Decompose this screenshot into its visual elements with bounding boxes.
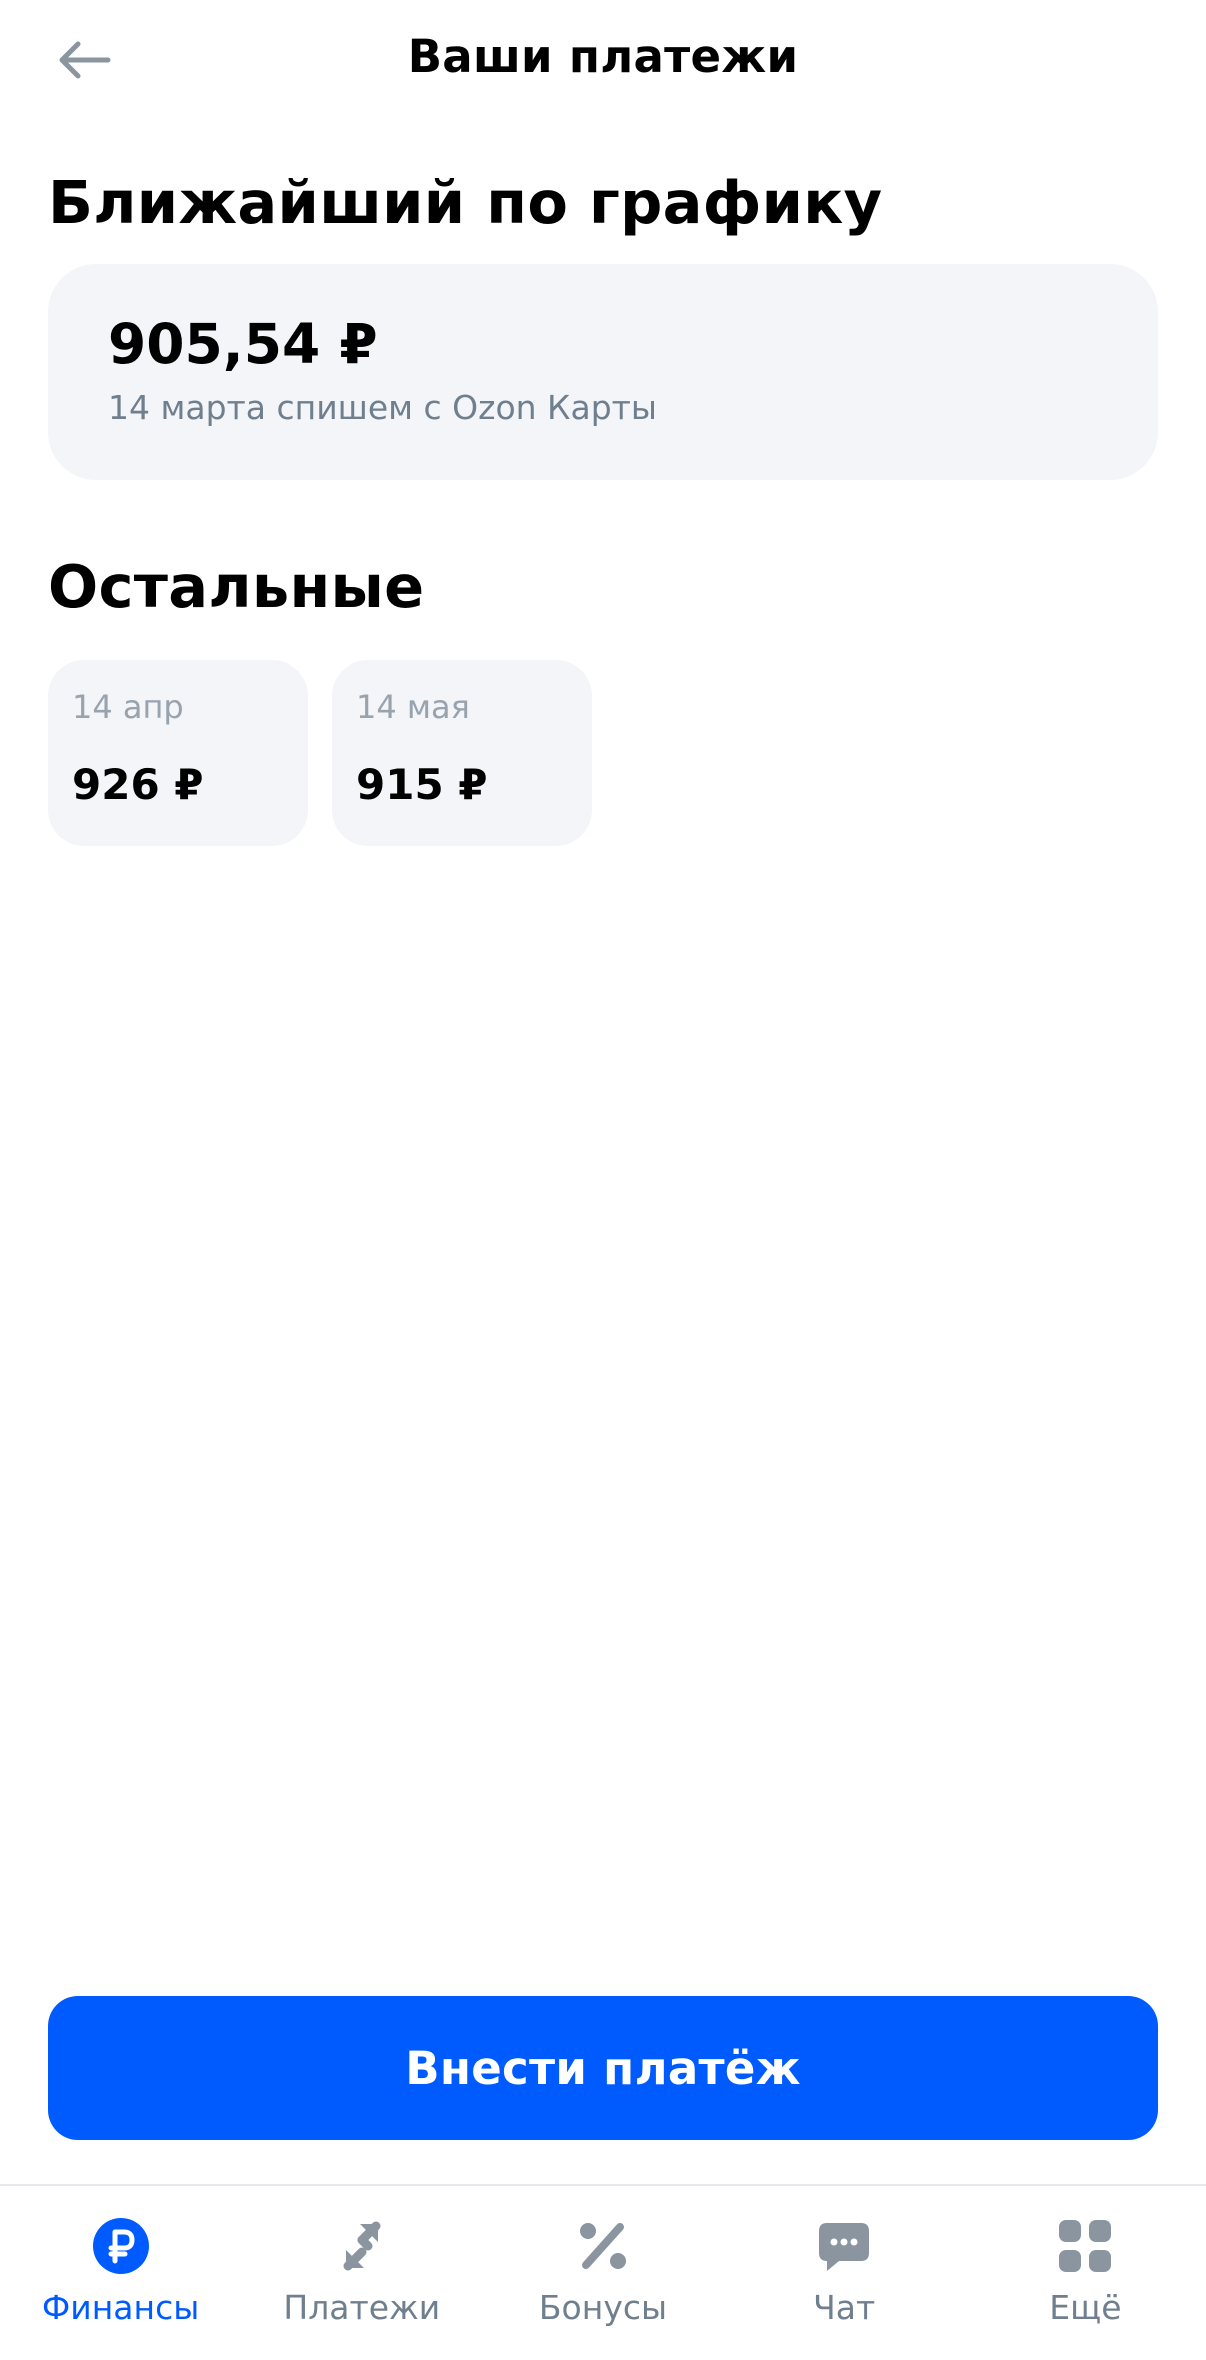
payment-date: 14 апр	[72, 688, 184, 726]
next-payment-heading: Ближайший по графику	[48, 168, 883, 237]
chat-bubble-icon	[814, 2216, 874, 2276]
other-payment-card[interactable]: 14 мая 915 ₽	[332, 660, 592, 846]
nav-item-more[interactable]: Ещё	[965, 2186, 1206, 2360]
nav-item-payments[interactable]: Платежи	[241, 2186, 482, 2360]
bottom-navigation: Финансы Платежи Бонусы Чат Ещё	[0, 2184, 1206, 2360]
nav-label: Финансы	[41, 2288, 200, 2327]
payment-amount: 926 ₽	[72, 760, 204, 809]
page-title: Ваши платежи	[407, 30, 799, 83]
make-payment-button[interactable]: Внести платёж	[48, 1996, 1158, 2140]
payment-amount: 915 ₽	[356, 760, 488, 809]
next-payment-description: 14 марта спишем с Ozon Карты	[108, 388, 657, 427]
nav-label: Ещё	[1049, 2288, 1122, 2327]
nav-item-finance[interactable]: Финансы	[0, 2186, 241, 2360]
other-payments-heading: Остальные	[48, 552, 425, 621]
grid-icon	[1055, 2216, 1115, 2276]
transfer-arrows-icon	[332, 2216, 392, 2276]
top-bar: Ваши платежи	[0, 0, 1206, 120]
nav-label: Платежи	[283, 2288, 441, 2327]
percent-icon	[573, 2216, 633, 2276]
nav-item-chat[interactable]: Чат	[724, 2186, 965, 2360]
ruble-icon	[91, 2216, 151, 2276]
nav-label: Бонусы	[538, 2288, 668, 2327]
other-payment-card[interactable]: 14 апр 926 ₽	[48, 660, 308, 846]
next-payment-card[interactable]: 905,54 ₽ 14 марта спишем с Ozon Карты	[48, 264, 1158, 480]
payments-screen: Ваши платежи Ближайший по графику 905,54…	[0, 0, 1206, 2360]
payment-date: 14 мая	[356, 688, 470, 726]
nav-label: Чат	[813, 2288, 876, 2327]
next-payment-amount: 905,54 ₽	[108, 312, 378, 376]
nav-item-bonuses[interactable]: Бонусы	[482, 2186, 723, 2360]
